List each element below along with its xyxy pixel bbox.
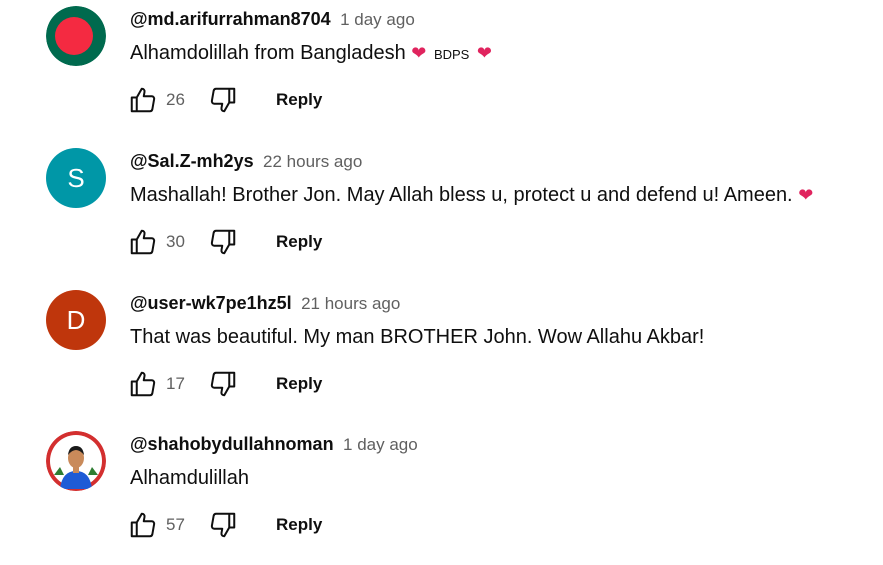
- comment-badge-text: BDPS: [433, 47, 470, 62]
- comment: @shahobydullahnoman 1 day ago Alhamdulil…: [0, 425, 883, 565]
- comment-author[interactable]: @shahobydullahnoman: [130, 434, 334, 454]
- comment-time[interactable]: 1 day ago: [343, 435, 418, 454]
- like-count: 26: [166, 90, 185, 109]
- comment-body: Alhamdolillah from Bangladesh: [130, 42, 406, 64]
- thumbs-down-icon[interactable]: [208, 85, 238, 115]
- avatar[interactable]: [46, 431, 106, 491]
- heart-icon: ❤: [411, 43, 427, 63]
- heart-icon: ❤: [798, 185, 814, 205]
- comment-text: Mashallah! Brother Jon. May Allah bless …: [130, 184, 813, 207]
- comment-time[interactable]: 22 hours ago: [263, 152, 362, 171]
- thumbs-down-icon[interactable]: [208, 369, 238, 399]
- thumbs-up-icon[interactable]: [128, 510, 158, 540]
- avatar[interactable]: [46, 6, 106, 66]
- reply-button[interactable]: Reply: [276, 515, 322, 535]
- comment-body: Alhamdulillah: [130, 467, 249, 489]
- comment: S @Sal.Z-mh2ys 22 hours ago Mashallah! B…: [0, 142, 883, 282]
- heart-icon: ❤: [476, 43, 492, 63]
- comment-actions: 26 Reply: [128, 82, 528, 116]
- thumbs-down-icon[interactable]: [208, 510, 238, 540]
- comment-author[interactable]: @Sal.Z-mh2ys: [130, 151, 254, 171]
- comment-time[interactable]: 1 day ago: [340, 10, 415, 29]
- comment-text: That was beautiful. My man BROTHER John.…: [130, 326, 704, 349]
- comment-text: Alhamdulillah: [130, 467, 249, 490]
- comment-author[interactable]: @user-wk7pe1hz5l: [130, 293, 292, 313]
- like-count: 30: [166, 232, 185, 251]
- comment-body: Mashallah! Brother Jon. May Allah bless …: [130, 184, 793, 206]
- reply-button[interactable]: Reply: [276, 90, 322, 110]
- avatar[interactable]: D: [46, 290, 106, 350]
- like-count: 17: [166, 374, 185, 393]
- reply-button[interactable]: Reply: [276, 374, 322, 394]
- bangladesh-flag-icon: [46, 6, 106, 66]
- comment-text: Alhamdolillah from Bangladesh ❤ BDPS ❤: [130, 42, 492, 65]
- comment-body: That was beautiful. My man BROTHER John.…: [130, 326, 705, 348]
- like-count: 57: [166, 515, 185, 534]
- comment-time[interactable]: 21 hours ago: [301, 294, 400, 313]
- reply-button[interactable]: Reply: [276, 232, 322, 252]
- comment: @md.arifurrahman8704 1 day ago Alhamdoli…: [0, 0, 883, 140]
- avatar-letter: D: [66, 304, 86, 335]
- thumbs-up-icon[interactable]: [128, 85, 158, 115]
- thumbs-down-icon[interactable]: [208, 227, 238, 257]
- comment-actions: 57 Reply: [128, 507, 528, 541]
- comment: D @user-wk7pe1hz5l 21 hours ago That was…: [0, 284, 883, 424]
- comment-author[interactable]: @md.arifurrahman8704: [130, 9, 331, 29]
- comment-actions: 30 Reply: [128, 224, 528, 258]
- thumbs-up-icon[interactable]: [128, 369, 158, 399]
- avatar-letter: S: [67, 162, 85, 193]
- thumbs-up-icon[interactable]: [128, 227, 158, 257]
- profile-photo-icon: [46, 431, 106, 491]
- avatar[interactable]: S: [46, 148, 106, 208]
- comment-actions: 17 Reply: [128, 366, 528, 400]
